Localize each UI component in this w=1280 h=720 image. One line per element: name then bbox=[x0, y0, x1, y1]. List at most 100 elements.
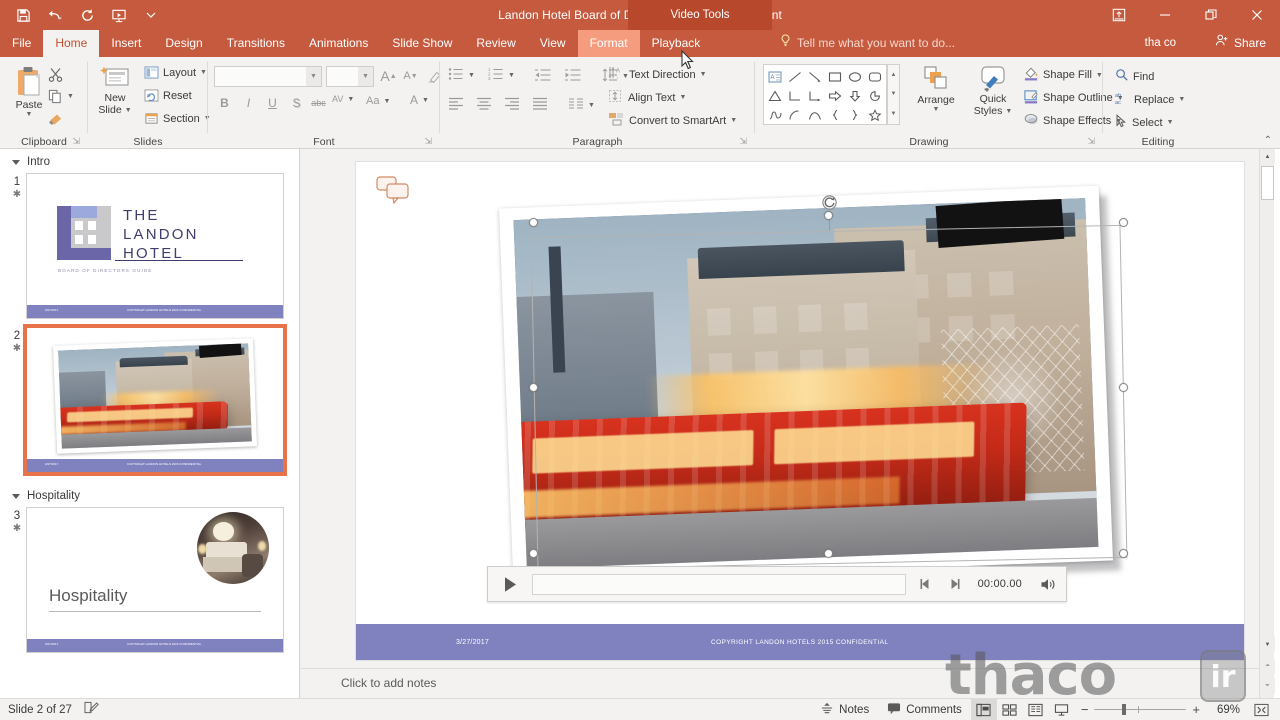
slide-scroll-up-icon[interactable]: ▲ bbox=[1260, 149, 1275, 164]
shape-curve-icon[interactable] bbox=[805, 105, 825, 124]
shape-right-arrow-icon[interactable] bbox=[825, 86, 845, 105]
resize-handle-bottom-center[interactable] bbox=[824, 549, 833, 558]
increase-font-size-button[interactable]: A ▲ bbox=[378, 66, 399, 86]
shape-elbow-arrow-icon[interactable] bbox=[805, 86, 825, 105]
video-move-back-button[interactable] bbox=[912, 567, 940, 601]
previous-slide-button[interactable]: ⏶ bbox=[1260, 659, 1275, 674]
restore-button[interactable] bbox=[1188, 0, 1234, 30]
character-spacing-chevron-down-icon[interactable]: ▼ bbox=[347, 96, 354, 103]
current-slide[interactable]: 00:00.00 3/27/2017 COPYRIGHT LANDON HOTE… bbox=[355, 161, 1245, 661]
account-name[interactable]: tha co bbox=[1145, 30, 1176, 57]
layout-chevron-down-icon[interactable]: ▼ bbox=[200, 69, 207, 76]
columns-chevron-down-icon[interactable]: ▼ bbox=[588, 102, 595, 109]
align-text-chevron-down-icon[interactable]: ▼ bbox=[680, 94, 687, 101]
font-color-button[interactable]: A ▼ bbox=[410, 93, 429, 107]
character-spacing-button[interactable]: AV ▼ bbox=[332, 95, 354, 104]
format-painter-button[interactable] bbox=[48, 111, 64, 126]
resize-handle-top-left[interactable] bbox=[529, 218, 538, 227]
shape-left-brace-icon[interactable] bbox=[825, 105, 845, 124]
minimize-button[interactable] bbox=[1142, 0, 1188, 30]
bold-button[interactable]: B bbox=[214, 93, 235, 113]
smartart-chevron-down-icon[interactable]: ▼ bbox=[730, 117, 737, 124]
slide-scroll-down-icon[interactable]: ▼ bbox=[1260, 637, 1275, 652]
video-object[interactable] bbox=[499, 185, 1128, 594]
collapse-ribbon-button[interactable]: ⌃ bbox=[1264, 135, 1272, 146]
zoom-track[interactable] bbox=[1094, 704, 1187, 715]
tab-insert[interactable]: Insert bbox=[99, 30, 153, 57]
section-collapse-icon[interactable] bbox=[12, 159, 20, 165]
text-shadow-button[interactable]: S bbox=[286, 93, 307, 113]
font-size-chevron-down-icon[interactable]: ▼ bbox=[358, 67, 373, 86]
change-case-chevron-down-icon[interactable]: ▼ bbox=[383, 98, 390, 105]
replace-chevron-down-icon[interactable]: ▼ bbox=[1178, 96, 1185, 103]
shape-arc-icon[interactable] bbox=[785, 105, 805, 124]
zoom-level[interactable]: 69% bbox=[1206, 704, 1240, 716]
zoom-out-button[interactable]: − bbox=[1081, 702, 1089, 717]
gallery-scroll-up-icon[interactable]: ▲ bbox=[891, 72, 897, 78]
center-button[interactable] bbox=[476, 97, 492, 113]
gallery-scroll-down-icon[interactable]: ▼ bbox=[891, 91, 897, 97]
font-size-input[interactable]: ▼ bbox=[326, 66, 374, 87]
new-slide-button[interactable]: New Slide ▼ bbox=[92, 65, 138, 116]
notes-placeholder[interactable]: Click to add notes bbox=[341, 676, 436, 690]
slide-thumbnail-pane[interactable]: Intro 1 ✱ THE LANDON HOTEL BOARD OF DIRE… bbox=[0, 149, 300, 698]
thumbnail-row-3[interactable]: 3 ✱ Hospitality 3/27/2017 COPYRIGHT LAND… bbox=[0, 507, 299, 653]
gallery-more-icon[interactable]: ▼ bbox=[891, 111, 897, 117]
slide-sorter-view-button[interactable] bbox=[997, 699, 1023, 720]
tab-design[interactable]: Design bbox=[153, 30, 214, 57]
italic-button[interactable]: I bbox=[238, 93, 259, 113]
change-case-button[interactable]: Aa ▼ bbox=[366, 95, 390, 107]
paragraph-dialog-launcher[interactable]: ⇲ bbox=[739, 136, 747, 147]
video-move-forward-button[interactable] bbox=[940, 567, 968, 601]
resize-handle-bottom-right[interactable] bbox=[1119, 549, 1128, 558]
shape-fill-button[interactable]: Shape Fill ▼ bbox=[1023, 66, 1103, 84]
font-name-input[interactable]: ▼ bbox=[214, 66, 322, 87]
shape-right-brace-icon[interactable] bbox=[845, 105, 865, 124]
find-button[interactable]: Find bbox=[1115, 68, 1154, 85]
bullets-button[interactable]: ▼ bbox=[448, 67, 475, 84]
align-text-button[interactable]: Align Text ▼ bbox=[608, 89, 686, 106]
resize-handle-middle-left[interactable] bbox=[529, 383, 538, 392]
reading-view-button[interactable] bbox=[1023, 699, 1049, 720]
layout-button[interactable]: Layout ▼ bbox=[144, 66, 207, 79]
zoom-in-button[interactable]: + bbox=[1192, 702, 1200, 717]
shapes-gallery-scroll[interactable]: ▲ ▼ ▼ bbox=[887, 64, 900, 125]
section-button[interactable]: Section ▼ bbox=[144, 112, 211, 125]
quick-styles-button[interactable]: Quick Styles ▼ bbox=[967, 65, 1019, 117]
shape-rectangle-icon[interactable] bbox=[825, 67, 845, 86]
clipboard-dialog-launcher[interactable]: ⇲ bbox=[72, 136, 80, 147]
justify-button[interactable] bbox=[532, 97, 548, 113]
font-name-chevron-down-icon[interactable]: ▼ bbox=[306, 67, 321, 86]
slide-thumbnail-1[interactable]: THE LANDON HOTEL BOARD OF DIRECTORS GUID… bbox=[26, 173, 284, 319]
resize-handle-top-center[interactable] bbox=[824, 211, 833, 220]
notes-pane[interactable]: Click to add notes bbox=[301, 668, 1259, 698]
drawing-dialog-launcher[interactable]: ⇲ bbox=[1087, 136, 1095, 147]
tab-transitions[interactable]: Transitions bbox=[215, 30, 297, 57]
tab-playback[interactable]: Playback bbox=[640, 30, 713, 57]
slide-indicator[interactable]: Slide 2 of 27 bbox=[8, 704, 72, 716]
comment-marker-icon[interactable] bbox=[376, 176, 410, 205]
shape-scribble-icon[interactable] bbox=[765, 105, 785, 124]
shape-pie-icon[interactable] bbox=[865, 86, 885, 105]
select-chevron-down-icon[interactable]: ▼ bbox=[1167, 119, 1174, 126]
shapes-gallery[interactable]: A bbox=[763, 64, 887, 125]
decrease-font-size-button[interactable]: A ▼ bbox=[400, 66, 421, 86]
resize-handle-middle-right[interactable] bbox=[1119, 383, 1128, 392]
shape-oval-icon[interactable] bbox=[845, 67, 865, 86]
section-header-intro[interactable]: Intro bbox=[0, 149, 299, 173]
new-slide-chevron-down-icon[interactable]: ▼ bbox=[125, 107, 132, 114]
tab-format[interactable]: Format bbox=[577, 30, 640, 57]
language-icon[interactable] bbox=[84, 701, 99, 718]
copy-button[interactable]: ▼ bbox=[48, 89, 74, 104]
columns-button[interactable]: ▼ bbox=[568, 97, 595, 113]
tab-review[interactable]: Review bbox=[464, 30, 527, 57]
shape-star-icon[interactable] bbox=[865, 105, 885, 124]
shape-triangle-icon[interactable] bbox=[765, 86, 785, 105]
thumbnail-row-2[interactable]: 2 ✱ 3/27/2017 COPYRIGHT LANDON HOTELS 20… bbox=[0, 324, 299, 476]
arrange-chevron-down-icon[interactable]: ▼ bbox=[933, 106, 940, 113]
decrease-indent-button[interactable] bbox=[534, 68, 551, 85]
slide-show-view-button[interactable] bbox=[1049, 699, 1075, 720]
resize-handle-bottom-left[interactable] bbox=[529, 549, 538, 558]
cut-button[interactable] bbox=[48, 67, 64, 83]
replace-button[interactable]: ab ac Replace ▼ bbox=[1115, 91, 1185, 108]
